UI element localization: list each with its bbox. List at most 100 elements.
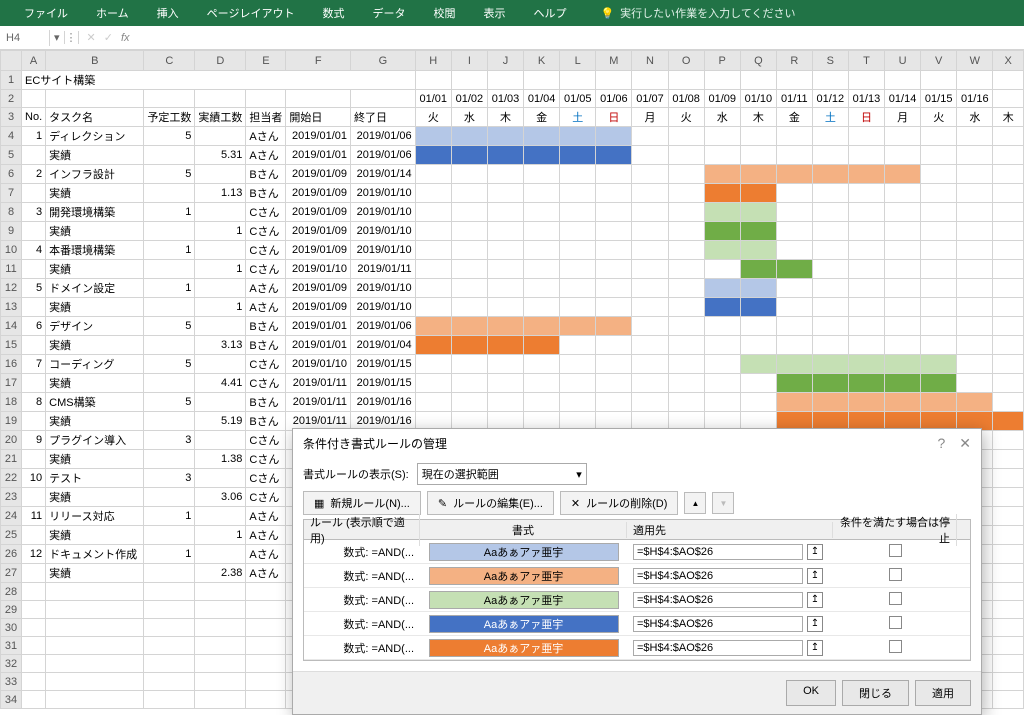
gantt-cell[interactable] — [812, 241, 848, 260]
gantt-cell[interactable] — [740, 298, 776, 317]
gantt-cell[interactable] — [668, 336, 704, 355]
row-header[interactable]: 28 — [1, 583, 22, 601]
gantt-cell[interactable] — [812, 355, 848, 374]
rule-row[interactable]: 数式: =AND(...Aaあぁアァ亜宇↥ — [304, 612, 970, 636]
dow-header[interactable]: 木 — [993, 108, 1024, 127]
gantt-cell[interactable] — [704, 203, 740, 222]
gantt-cell[interactable] — [704, 260, 740, 279]
gantt-cell[interactable] — [921, 393, 957, 412]
dow-header[interactable]: 火 — [921, 108, 957, 127]
show-rules-select[interactable]: 現在の選択範囲 ▾ — [417, 463, 587, 485]
dow-header[interactable]: 火 — [668, 108, 704, 127]
gantt-cell[interactable] — [885, 317, 921, 336]
date-header[interactable]: 01/11 — [776, 90, 812, 108]
delete-rule-button[interactable]: ✕ルールの削除(D) — [560, 491, 679, 515]
ribbon-tab[interactable]: 校閲 — [419, 1, 469, 25]
gantt-cell[interactable] — [885, 241, 921, 260]
gantt-cell[interactable] — [668, 355, 704, 374]
gantt-cell[interactable] — [993, 564, 1024, 583]
date-header[interactable]: 01/01 — [415, 90, 451, 108]
apply-button[interactable]: 適用 — [915, 680, 971, 706]
gantt-cell[interactable] — [776, 393, 812, 412]
gantt-cell[interactable] — [704, 165, 740, 184]
gantt-cell[interactable] — [451, 241, 487, 260]
gantt-cell[interactable] — [704, 336, 740, 355]
gantt-cell[interactable] — [668, 127, 704, 146]
gantt-cell[interactable] — [451, 298, 487, 317]
ribbon-tab[interactable]: ヘルプ — [519, 1, 580, 25]
edit-rule-button[interactable]: ✎ルールの編集(E)... — [427, 491, 554, 515]
gantt-cell[interactable] — [632, 317, 668, 336]
gantt-cell[interactable] — [524, 336, 560, 355]
gantt-cell[interactable] — [812, 317, 848, 336]
gantt-cell[interactable] — [812, 298, 848, 317]
gantt-cell[interactable] — [993, 545, 1024, 564]
column-header[interactable]: F — [286, 51, 351, 71]
range-select-icon[interactable]: ↥ — [807, 568, 823, 584]
gantt-cell[interactable] — [885, 298, 921, 317]
gantt-cell[interactable] — [776, 146, 812, 165]
date-header[interactable]: 01/06 — [596, 90, 632, 108]
date-header[interactable]: 01/04 — [524, 90, 560, 108]
gantt-cell[interactable] — [848, 127, 884, 146]
gantt-cell[interactable] — [812, 146, 848, 165]
gantt-cell[interactable] — [596, 222, 632, 241]
gantt-cell[interactable] — [776, 298, 812, 317]
row-header[interactable]: 11 — [1, 260, 22, 279]
gantt-cell[interactable] — [957, 127, 993, 146]
gantt-cell[interactable] — [848, 222, 884, 241]
gantt-cell[interactable] — [451, 146, 487, 165]
gantt-cell[interactable] — [848, 184, 884, 203]
ribbon-tab[interactable]: データ — [358, 1, 419, 25]
gantt-cell[interactable] — [921, 184, 957, 203]
gantt-cell[interactable] — [415, 203, 451, 222]
gantt-cell[interactable] — [885, 260, 921, 279]
column-header[interactable]: X — [993, 51, 1024, 71]
ribbon-tab[interactable]: 数式 — [308, 1, 358, 25]
gantt-cell[interactable] — [668, 279, 704, 298]
gantt-cell[interactable] — [993, 222, 1024, 241]
gantt-cell[interactable] — [668, 374, 704, 393]
gantt-cell[interactable] — [993, 165, 1024, 184]
gantt-cell[interactable] — [524, 203, 560, 222]
gantt-cell[interactable] — [487, 298, 523, 317]
column-header[interactable]: R — [776, 51, 812, 71]
row-header[interactable]: 6 — [1, 165, 22, 184]
gantt-cell[interactable] — [415, 241, 451, 260]
gantt-cell[interactable] — [921, 146, 957, 165]
gantt-cell[interactable] — [704, 279, 740, 298]
gantt-cell[interactable] — [885, 184, 921, 203]
gantt-cell[interactable] — [560, 393, 596, 412]
date-header[interactable]: 01/07 — [632, 90, 668, 108]
ribbon-tab[interactable]: 挿入 — [143, 1, 193, 25]
gantt-cell[interactable] — [993, 526, 1024, 545]
column-header[interactable]: U — [885, 51, 921, 71]
gantt-cell[interactable] — [993, 127, 1024, 146]
stop-if-true-checkbox[interactable] — [889, 544, 902, 557]
close-button[interactable]: 閉じる — [842, 680, 909, 706]
gantt-cell[interactable] — [524, 222, 560, 241]
gantt-cell[interactable] — [776, 374, 812, 393]
date-header[interactable]: 01/09 — [704, 90, 740, 108]
gantt-cell[interactable] — [848, 393, 884, 412]
gantt-cell[interactable] — [740, 260, 776, 279]
gantt-cell[interactable] — [993, 298, 1024, 317]
gantt-cell[interactable] — [921, 203, 957, 222]
gantt-cell[interactable] — [776, 279, 812, 298]
column-header[interactable]: B — [46, 51, 144, 71]
row-header[interactable]: 10 — [1, 241, 22, 260]
gantt-cell[interactable] — [885, 146, 921, 165]
gantt-cell[interactable] — [848, 241, 884, 260]
gantt-cell[interactable] — [668, 317, 704, 336]
gantt-cell[interactable] — [921, 374, 957, 393]
ok-button[interactable]: OK — [786, 680, 836, 706]
gantt-cell[interactable] — [704, 393, 740, 412]
row-header[interactable]: 20 — [1, 431, 22, 450]
gantt-cell[interactable] — [451, 184, 487, 203]
gantt-cell[interactable] — [776, 317, 812, 336]
help-icon[interactable]: ? — [937, 435, 945, 452]
gantt-cell[interactable] — [704, 317, 740, 336]
rule-row[interactable]: 数式: =AND(...Aaあぁアァ亜宇↥ — [304, 588, 970, 612]
gantt-cell[interactable] — [776, 127, 812, 146]
gantt-cell[interactable] — [848, 374, 884, 393]
